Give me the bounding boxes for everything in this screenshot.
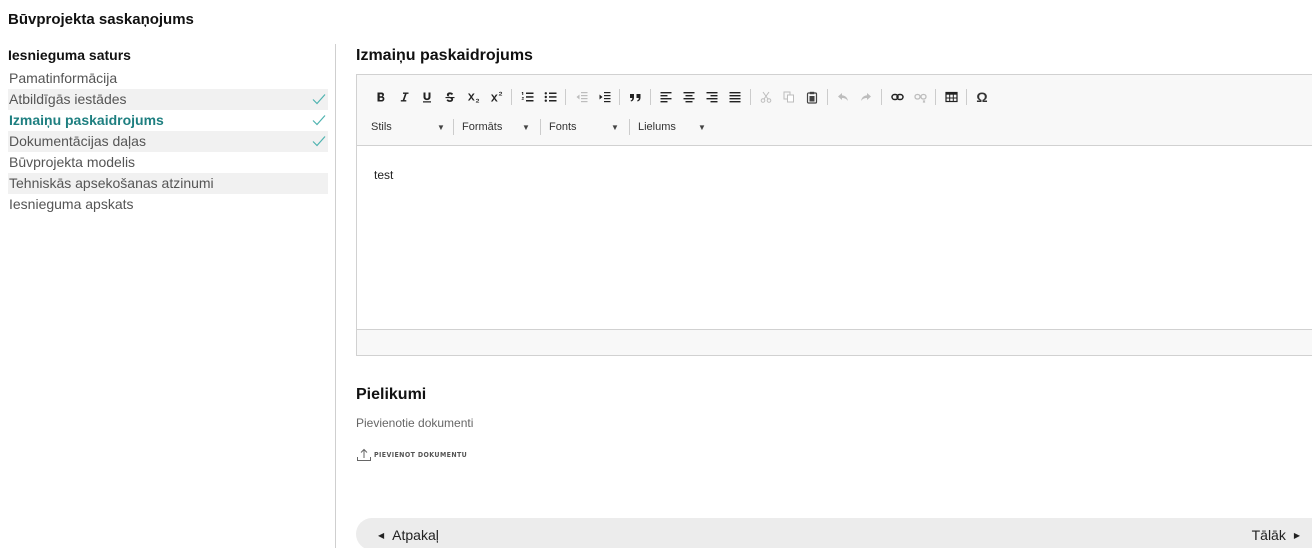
rich-text-editor: Ω Stils ▼ Formāts ▼ Fonts ▼ Lielums ▼ te… [356,74,1312,356]
caret-left-icon: ◀ [378,530,385,540]
bulleted-list-button[interactable] [540,87,560,107]
size-dropdown[interactable]: Lielums ▼ [638,119,718,135]
cut-icon[interactable] [756,87,776,107]
increase-indent-button[interactable] [594,87,614,107]
toolbar-separator [881,89,882,105]
italic-button[interactable] [394,87,414,107]
next-button[interactable]: Tālāk ▶ [1252,527,1300,543]
decrease-indent-button[interactable] [571,87,591,107]
font-dropdown-label: Fonts [549,121,577,133]
editor-title: Izmaiņu paskaidrojums [356,47,533,64]
sidebar-item-label: Tehniskās apsekošanas atzinumi [9,175,214,191]
page-title: Būvprojekta saskaņojums [8,11,194,28]
font-dropdown[interactable]: Fonts ▼ [549,119,629,135]
attachments-subtitle: Pievienotie dokumenti [356,416,474,430]
format-dropdown-label: Formāts [462,121,503,133]
sidebar-item-atbildigas-iestades[interactable]: Atbildīgās iestādes [8,89,328,110]
check-icon [312,94,326,105]
toolbar-separator [619,89,620,105]
sidebar: Iesnieguma saturs Pamatinformācija Atbil… [0,44,336,548]
format-dropdown[interactable]: Formāts ▼ [462,119,540,135]
editor-resize-bar [357,329,1312,355]
strikethrough-button[interactable] [440,87,460,107]
paste-icon[interactable] [802,87,822,107]
editor-text: test [374,168,394,182]
back-button-label: Atpakaļ [392,527,439,543]
toolbar-separator [935,89,936,105]
unlink-icon[interactable] [910,87,930,107]
chevron-down-icon: ▼ [522,122,530,132]
add-document-label: PIEVIENOT DOKUMENTU [374,451,468,459]
copy-icon[interactable] [779,87,799,107]
toolbar-separator [565,89,566,105]
sidebar-item-label: Atbildīgās iestādes [9,91,127,107]
sidebar-item-dokumentacijas-dalas[interactable]: Dokumentācijas daļas [8,131,328,152]
sidebar-item-label: Izmaiņu paskaidrojums [9,112,164,128]
underline-button[interactable] [417,87,437,107]
check-icon [312,136,326,147]
sidebar-item-label: Iesnieguma apskats [9,196,134,212]
editor-toolbar: Ω Stils ▼ Formāts ▼ Fonts ▼ Lielums ▼ [357,75,1312,146]
special-character-icon[interactable]: Ω [972,87,992,107]
toolbar-separator [750,89,751,105]
sidebar-item-izmainu-paskaidrojums[interactable]: Izmaiņu paskaidrojums [8,110,328,131]
toolbar-combos: Stils ▼ Formāts ▼ Fonts ▼ Lielums ▼ [371,119,718,135]
sidebar-item-label: Būvprojekta modelis [9,154,136,170]
chevron-down-icon: ▼ [437,122,445,132]
subscript-button[interactable] [463,87,483,107]
link-icon[interactable] [887,87,907,107]
sidebar-item-label: Dokumentācijas daļas [9,133,146,149]
toolbar-separator [827,89,828,105]
toolbar-separator [650,89,651,105]
sidebar-item-pamatinformacija[interactable]: Pamatinformācija [8,68,328,89]
size-dropdown-label: Lielums [638,121,676,133]
step-navigation-bar: ◀ Atpakaļ Tālāk ▶ [356,518,1312,548]
bold-button[interactable] [371,87,391,107]
toolbar-buttons: Ω [371,87,995,107]
toolbar-separator [511,89,512,105]
chevron-down-icon: ▼ [698,122,706,132]
superscript-button[interactable] [486,87,506,107]
check-icon [312,115,326,126]
sidebar-nav: Pamatinformācija Atbildīgās iestādes Izm… [8,68,328,215]
back-button[interactable]: ◀ Atpakaļ [378,527,439,543]
sidebar-item-tehniskas-apsekosanas-atzinumi[interactable]: Tehniskās apsekošanas atzinumi [8,173,328,194]
upload-icon [357,448,371,461]
undo-icon[interactable] [833,87,853,107]
style-dropdown-label: Stils [371,121,392,133]
numbered-list-button[interactable] [517,87,537,107]
align-left-button[interactable] [656,87,676,107]
attachments-title: Pielikumi [356,386,427,403]
toolbar-separator [540,119,541,135]
blockquote-button[interactable] [625,87,645,107]
add-document-button[interactable]: PIEVIENOT DOKUMENTU [356,448,467,462]
align-right-button[interactable] [702,87,722,107]
align-center-button[interactable] [679,87,699,107]
chevron-down-icon: ▼ [611,122,619,132]
table-icon[interactable] [941,87,961,107]
editor-content-area[interactable]: test [357,146,1312,331]
next-button-label: Tālāk [1251,527,1286,543]
redo-icon[interactable] [856,87,876,107]
sidebar-heading: Iesnieguma saturs [8,47,131,63]
align-justify-button[interactable] [725,87,745,107]
toolbar-separator [453,119,454,135]
sidebar-item-buvprojekta-modelis[interactable]: Būvprojekta modelis [8,152,328,173]
caret-right-icon: ▶ [1293,530,1300,540]
toolbar-separator [629,119,630,135]
style-dropdown[interactable]: Stils ▼ [371,119,453,135]
toolbar-separator [966,89,967,105]
sidebar-item-label: Pamatinformācija [9,70,118,86]
sidebar-item-iesnieguma-apskats[interactable]: Iesnieguma apskats [8,194,328,215]
